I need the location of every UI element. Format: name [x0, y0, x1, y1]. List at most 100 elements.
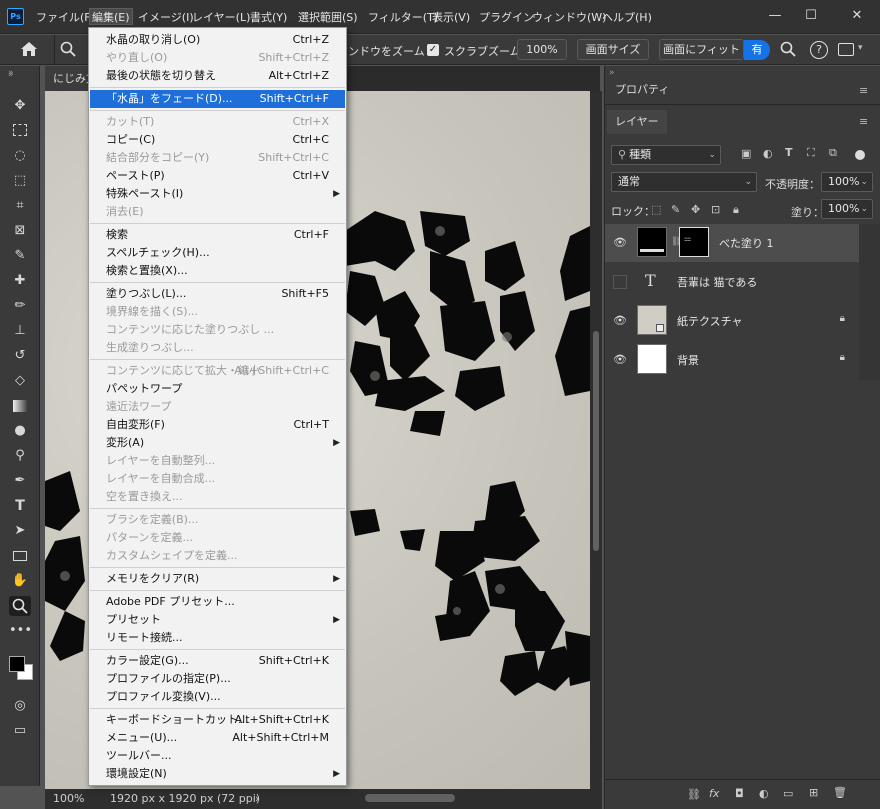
edit-menu-item[interactable]: レイヤーを自動合成...	[90, 470, 345, 488]
edit-menu-item[interactable]: リモート接続...	[90, 629, 345, 647]
edit-menu-item[interactable]: 変形(A) ▶	[90, 434, 345, 452]
edit-menu-item[interactable]: メニュー(U)... Alt+Shift+Ctrl+M	[90, 729, 345, 747]
menu-5[interactable]: 選択範囲(S)	[296, 9, 360, 26]
brush-tool-icon[interactable]: ✏	[9, 296, 31, 316]
pen-tool-icon[interactable]: ✒	[9, 471, 31, 491]
edit-menu-item[interactable]: レイヤーを自動整列...	[90, 452, 345, 470]
layers-menu-icon[interactable]: ≡	[859, 115, 868, 128]
panel-collapse-icon[interactable]: »	[8, 70, 14, 80]
add-mask-icon[interactable]: ◘	[735, 787, 744, 800]
edit-menu-item[interactable]: ツールバー...	[90, 747, 345, 765]
lock-artboard-icon[interactable]: ⊡	[711, 203, 720, 216]
menu-0[interactable]: ファイル(F)	[34, 9, 97, 26]
layer-name[interactable]: べた塗り 1	[719, 235, 774, 251]
workspace-icon[interactable]	[838, 43, 854, 56]
properties-collapse-icon[interactable]: »	[609, 68, 615, 78]
frame-tool-icon[interactable]: ⊠	[9, 221, 31, 241]
visibility-off-box[interactable]	[613, 275, 627, 289]
dodge-tool-icon[interactable]: ⚲	[9, 446, 31, 466]
edit-menu-item[interactable]: スペルチェック(H)...	[90, 244, 345, 262]
move-tool-icon[interactable]: ✥	[9, 96, 31, 116]
edit-menu-item[interactable]: カラー設定(G)... Shift+Ctrl+K	[90, 652, 345, 670]
layer-name[interactable]: 背景	[677, 352, 699, 368]
lock-transparent-icon[interactable]: ⬚	[651, 203, 661, 216]
edit-menu-item[interactable]: プロファイル変換(V)...	[90, 688, 345, 706]
lock-all-icon[interactable]: 🔒︎	[733, 203, 739, 217]
minimize-button[interactable]: —	[764, 6, 786, 26]
foreground-color-swatch[interactable]	[9, 656, 25, 672]
layer-row-background[interactable]: 👁︎ 背景 🔒︎	[605, 341, 859, 379]
filter-toggle-icon[interactable]	[855, 150, 865, 160]
tab-properties[interactable]: プロパティ	[607, 78, 678, 102]
visibility-eye-icon[interactable]: 👁︎	[613, 314, 627, 328]
close-button[interactable]: ✕	[846, 6, 868, 26]
edit-menu-item[interactable]: 消去(E)	[90, 203, 345, 221]
edit-menu-item[interactable]: 水晶の取り消し(O) Ctrl+Z	[90, 31, 345, 49]
edit-menu-item[interactable]: 塗りつぶし(L)... Shift+F5	[90, 285, 345, 303]
layer-row-fill[interactable]: 👁︎ ⛓ :::::: べた塗り 1	[605, 224, 859, 262]
menu-9[interactable]: ウィンドウ(W)	[530, 9, 608, 26]
edit-menu-item[interactable]: 遠近法ワープ	[90, 398, 345, 416]
edit-menu-item[interactable]: パターンを定義...	[90, 529, 345, 547]
adjustment-layer-icon[interactable]: ◐	[759, 787, 769, 800]
edit-menu-item[interactable]: 生成塗りつぶし...	[90, 339, 345, 357]
eyedropper-tool-icon[interactable]: ✎	[9, 246, 31, 266]
menu-3[interactable]: レイヤー(L)	[190, 9, 252, 26]
edit-menu-item[interactable]: 境界線を描く(S)...	[90, 303, 345, 321]
edit-menu-item[interactable]: プロファイルの指定(P)...	[90, 670, 345, 688]
edit-menu-item[interactable]: 最後の状態を切り替え Alt+Ctrl+Z	[90, 67, 345, 85]
menu-6[interactable]: フィルター(T)	[366, 9, 440, 26]
menu-10[interactable]: ヘルプ(H)	[600, 9, 654, 26]
layer-name[interactable]: 吾輩は 猫である	[677, 274, 757, 290]
healing-brush-tool-icon[interactable]: ✚	[9, 271, 31, 291]
edit-menu-item[interactable]: コンテンツに応じて拡大・縮小 Alt+Shift+Ctrl+C	[90, 362, 345, 380]
lock-position-icon[interactable]: ✥	[691, 203, 700, 216]
tab-layers[interactable]: レイヤー	[607, 110, 667, 134]
edit-menu-item[interactable]: カスタムシェイプを定義...	[90, 547, 345, 565]
share-button[interactable]: 有	[744, 40, 770, 60]
fit-screen-button[interactable]: 画面サイズ	[577, 39, 649, 60]
layer-row-text[interactable]: T 吾輩は 猫である	[605, 263, 859, 301]
zoom-status[interactable]: 100%	[53, 789, 84, 809]
hand-tool-icon[interactable]: ✋	[9, 571, 31, 591]
edit-menu-item[interactable]: パペットワープ	[90, 380, 345, 398]
filter-type-icon[interactable]: T	[785, 146, 793, 159]
home-icon[interactable]	[20, 41, 40, 59]
help-icon[interactable]: ?	[810, 41, 828, 59]
marquee-tool-icon[interactable]	[9, 121, 31, 141]
quick-mask-icon[interactable]: ◎	[9, 696, 31, 716]
zoom-value-button[interactable]: 100%	[517, 39, 567, 60]
edit-menu-item[interactable]: 特殊ペースト(I) ▶	[90, 185, 345, 203]
gradient-tool-icon[interactable]	[9, 396, 31, 416]
vertical-scrollbar[interactable]	[590, 91, 602, 789]
lasso-tool-icon[interactable]: ◌	[9, 146, 31, 166]
filter-adjustment-icon[interactable]: ◐	[763, 147, 773, 160]
blur-tool-icon[interactable]: ●	[9, 421, 31, 441]
edit-menu-item[interactable]: 検索 Ctrl+F	[90, 226, 345, 244]
new-group-icon[interactable]: ▭	[783, 787, 793, 800]
rectangle-tool-icon[interactable]	[9, 546, 31, 566]
visibility-eye-icon[interactable]: 👁︎	[613, 353, 627, 367]
edit-menu-item[interactable]: 「水晶」をフェード(D)... Shift+Ctrl+F	[90, 90, 345, 108]
layer-name[interactable]: 紙テクスチャ	[677, 313, 743, 329]
search-icon[interactable]	[780, 41, 798, 59]
lock-image-icon[interactable]: ✎	[671, 203, 680, 216]
fill-screen-button[interactable]: 画面にフィット	[659, 39, 744, 60]
scrubby-zoom-checkbox[interactable]: ✓	[427, 44, 439, 56]
object-selection-tool-icon[interactable]: ⬚	[9, 171, 31, 191]
edit-menu-item[interactable]: ブラシを定義(B)...	[90, 511, 345, 529]
edit-menu-item[interactable]: カット(T) Ctrl+X	[90, 113, 345, 131]
fx-icon[interactable]: fx	[709, 787, 719, 800]
edit-menu-item[interactable]: 検索と置換(X)...	[90, 262, 345, 280]
history-brush-tool-icon[interactable]: ↺	[9, 346, 31, 366]
edit-menu-item[interactable]: コピー(C) Ctrl+C	[90, 131, 345, 149]
edit-menu-item[interactable]: Adobe PDF プリセット...	[90, 593, 345, 611]
layer-filter-dropdown[interactable]: ⚲ 種類 ⌄	[611, 145, 721, 165]
edit-menu-item[interactable]: やり直し(O) Shift+Ctrl+Z	[90, 49, 345, 67]
menu-7[interactable]: 表示(V)	[430, 9, 472, 26]
fill-field[interactable]: 100% ⌄	[821, 199, 873, 219]
delete-layer-icon[interactable]: 🗑︎	[833, 786, 847, 799]
menu-4[interactable]: 書式(Y)	[248, 9, 289, 26]
layer-mask-thumbnail[interactable]: ::::::	[679, 227, 709, 257]
zoom-tool-icon[interactable]	[60, 41, 78, 59]
